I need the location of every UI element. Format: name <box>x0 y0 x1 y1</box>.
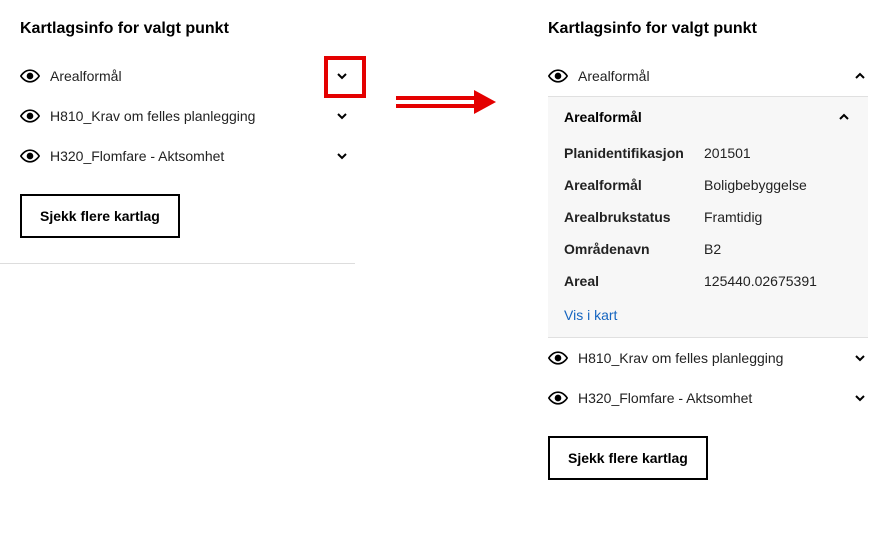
eye-icon <box>548 388 568 408</box>
show-in-map-link[interactable]: Vis i kart <box>548 297 868 337</box>
detail-key: Områdenavn <box>564 241 704 257</box>
detail-val: 201501 <box>704 145 852 161</box>
arrow-annotation <box>396 90 496 114</box>
layer-row-h810[interactable]: H810_Krav om felles planlegging <box>20 96 350 136</box>
chevron-down-icon[interactable] <box>852 350 868 366</box>
layer-row-h320[interactable]: H320_Flomfare - Aktsomhet <box>20 136 350 176</box>
chevron-down-icon[interactable] <box>334 108 350 124</box>
layer-label: H810_Krav om felles planlegging <box>50 108 334 124</box>
detail-key: Areal <box>564 273 704 289</box>
layer-label: H810_Krav om felles planlegging <box>578 350 852 366</box>
layer-row-h810[interactable]: H810_Krav om felles planlegging <box>548 338 868 378</box>
detail-row: Områdenavn B2 <box>548 233 868 265</box>
detail-key: Planidentifikasjon <box>564 145 704 161</box>
check-more-layers-button[interactable]: Sjekk flere kartlag <box>548 436 708 480</box>
detail-row: Arealformål Boligbebyggelse <box>548 169 868 201</box>
details-sub-header-row[interactable]: Arealformål <box>548 97 868 137</box>
layer-row-arealformal[interactable]: Arealformål <box>20 56 350 96</box>
check-more-layers-button[interactable]: Sjekk flere kartlag <box>20 194 180 238</box>
divider <box>0 263 355 264</box>
detail-val: Framtidig <box>704 209 852 225</box>
detail-key: Arealbrukstatus <box>564 209 704 225</box>
chevron-down-icon[interactable] <box>334 68 350 84</box>
eye-icon <box>20 146 40 166</box>
detail-row: Planidentifikasjon 201501 <box>548 137 868 169</box>
eye-icon <box>548 348 568 368</box>
layer-row-arealformal-expanded[interactable]: Arealformål <box>548 56 868 96</box>
details-sub-header: Arealformål <box>564 109 836 125</box>
eye-icon <box>548 66 568 86</box>
panel-title: Kartlagsinfo for valgt punkt <box>548 20 868 38</box>
chevron-down-icon[interactable] <box>852 390 868 406</box>
eye-icon <box>20 106 40 126</box>
layer-info-panel-collapsed: Kartlagsinfo for valgt punkt Arealformål… <box>20 20 350 238</box>
chevron-up-icon[interactable] <box>836 109 852 125</box>
detail-row: Areal 125440.02675391 <box>548 265 868 297</box>
detail-val: Boligbebyggelse <box>704 177 852 193</box>
chevron-down-icon[interactable] <box>334 148 350 164</box>
panel-title: Kartlagsinfo for valgt punkt <box>20 20 350 38</box>
detail-val: 125440.02675391 <box>704 273 852 289</box>
layer-label: Arealformål <box>578 68 852 84</box>
layer-info-panel-expanded: Kartlagsinfo for valgt punkt Arealformål… <box>548 20 868 480</box>
chevron-up-icon[interactable] <box>852 68 868 84</box>
detail-val: B2 <box>704 241 852 257</box>
layer-label: H320_Flomfare - Aktsomhet <box>578 390 852 406</box>
eye-icon <box>20 66 40 86</box>
detail-key: Arealformål <box>564 177 704 193</box>
layer-row-h320[interactable]: H320_Flomfare - Aktsomhet <box>548 378 868 418</box>
layer-label: Arealformål <box>50 68 334 84</box>
layer-details-panel: Arealformål Planidentifikasjon 201501 Ar… <box>548 96 868 338</box>
detail-row: Arealbrukstatus Framtidig <box>548 201 868 233</box>
layer-label: H320_Flomfare - Aktsomhet <box>50 148 334 164</box>
